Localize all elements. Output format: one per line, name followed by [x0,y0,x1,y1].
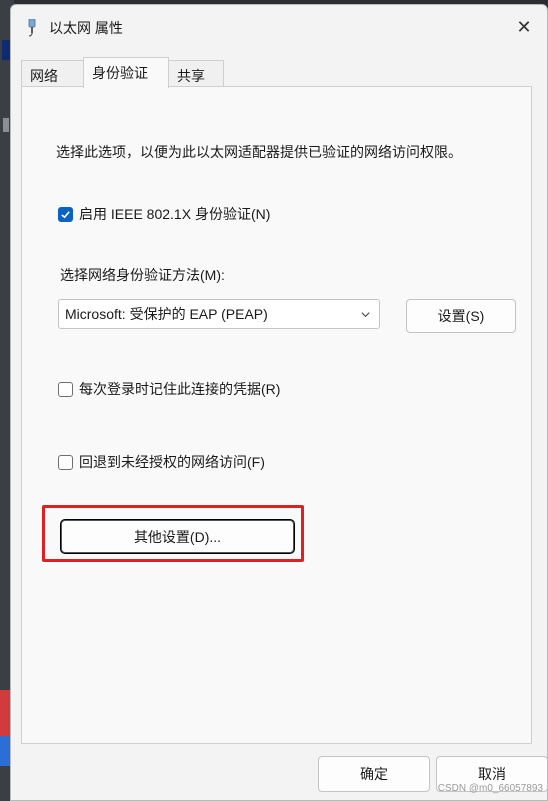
fallback-label: 回退到未经授权的网络访问(F) [79,454,265,470]
remember-credentials-row[interactable]: 每次登录时记住此连接的凭据(R) [58,379,280,399]
auth-method-select[interactable]: Microsoft: 受保护的 EAP (PEAP) [58,299,380,329]
ok-button[interactable]: 确定 [318,756,430,792]
close-button[interactable]: ✕ [501,5,547,49]
tab-network[interactable]: 网络 [21,60,84,87]
authentication-panel: 选择此选项，以便为此以太网适配器提供已验证的网络访问权限。 启用 IEEE 80… [21,86,532,744]
enable-8021x-row[interactable]: 启用 IEEE 802.1X 身份验证(N) [58,204,270,224]
auth-method-value: Microsoft: 受保护的 EAP (PEAP) [65,306,268,322]
tab-bar: 网络 身份验证 共享 [21,57,541,88]
checkmark-icon [61,210,70,218]
method-label: 选择网络身份验证方法(M): [60,267,225,283]
network-adapter-icon [28,19,36,37]
fallback-row[interactable]: 回退到未经授权的网络访问(F) [58,452,265,472]
title-bar: 以太网 属性 ✕ [11,5,547,49]
watermark: CSDN @m0_66057893 [437,783,543,794]
enable-8021x-label: 启用 IEEE 802.1X 身份验证(N) [79,206,271,222]
tab-sharing[interactable]: 共享 [168,60,224,87]
enable-8021x-checkbox[interactable] [58,206,73,222]
fallback-checkbox[interactable] [58,454,73,470]
window-title: 以太网 属性 [49,20,123,36]
panel-description: 选择此选项，以便为此以太网适配器提供已验证的网络访问权限。 [56,144,462,160]
properties-dialog: 以太网 属性 ✕ 网络 身份验证 共享 选择此选项，以便为此以太网适配器提供已验… [10,4,548,801]
remember-credentials-label: 每次登录时记住此连接的凭据(R) [79,381,281,397]
tab-authentication[interactable]: 身份验证 [83,57,169,88]
close-icon: ✕ [516,16,532,37]
chevron-down-icon [361,312,370,318]
advanced-settings-button[interactable]: 其他设置(D)... [61,520,294,553]
background-fragment [2,40,10,60]
settings-button[interactable]: 设置(S) [406,299,516,333]
background-fragment [3,118,9,132]
remember-credentials-checkbox[interactable] [58,381,73,397]
